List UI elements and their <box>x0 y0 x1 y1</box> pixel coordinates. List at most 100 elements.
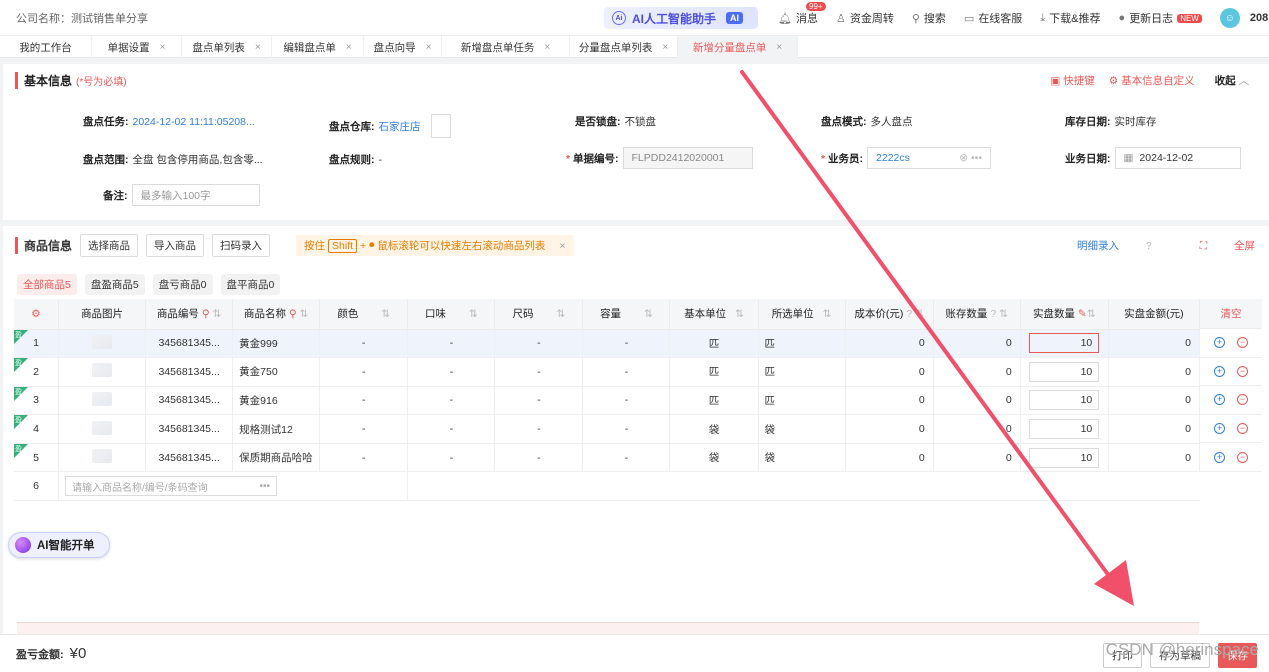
clear-button[interactable]: 清空 <box>1200 299 1262 329</box>
product-search-input[interactable]: 请输入商品名称/编号/条码查询 ••• <box>65 476 278 497</box>
table-header: ⚙ 商品图片 商品编号 ⚲ ⇅ 商品名称 ⚲ ⇅ 颜色 ⇅ 口味 ⇅ 尺码 ⇅ … <box>14 299 1201 330</box>
funds-button[interactable]: ♙ 资金周转 <box>836 10 894 26</box>
col-actual-amount[interactable]: 实盘金额(元) <box>1108 299 1201 330</box>
row-ops: + − <box>1200 386 1262 415</box>
changelog-button[interactable]: ● 更新日志 NEW <box>1119 10 1202 26</box>
close-icon[interactable]: × <box>544 42 550 53</box>
add-row-icon[interactable]: + <box>1214 451 1225 463</box>
actual-qty-cell[interactable]: 10 <box>1020 386 1109 416</box>
close-icon[interactable]: × <box>662 42 668 53</box>
customize-link[interactable]: ⚙ 基本信息自定义 <box>1109 73 1195 88</box>
col-cost[interactable]: 成本价(元) ? ⇅ <box>845 299 934 330</box>
avatar[interactable]: ☺ <box>1219 8 1240 28</box>
warehouse-value[interactable]: 石家庄店 <box>379 119 421 134</box>
close-icon[interactable]: × <box>559 240 565 252</box>
selected-unit-cell[interactable]: 匹 <box>758 386 846 416</box>
image-cell <box>58 414 147 444</box>
col-base-unit[interactable]: 基本单位 ⇅ <box>669 299 759 330</box>
close-icon[interactable]: × <box>776 42 782 53</box>
actual-qty-cell[interactable]: 10 <box>1020 329 1109 359</box>
bizdate-input[interactable]: ▦ 2024-12-02 <box>1114 147 1241 169</box>
selected-unit-cell[interactable]: 匹 <box>758 329 846 359</box>
actual-qty-input[interactable]: 10 <box>1029 419 1100 440</box>
add-row-icon[interactable]: + <box>1214 423 1225 435</box>
search-cell[interactable]: 请输入商品名称/编号/条码查询 ••• <box>58 471 409 502</box>
task-value[interactable]: 2024-12-02 11:11:05208... <box>133 116 255 128</box>
filter-balanced[interactable]: 盘平商品0 <box>220 274 281 295</box>
table-row[interactable]: 盈 4 345681345... 规格测试12- - - - 袋袋 0 0 10 0 <box>14 414 1201 444</box>
lock-field: 是否锁盘: 不锁盘 <box>575 114 656 129</box>
code-cell: 345681345... <box>145 386 234 416</box>
color-cell: - <box>319 443 409 473</box>
settings-icon[interactable]: ⚙ <box>14 299 60 330</box>
select-goods-button[interactable]: 选择商品 <box>80 234 139 257</box>
actual-qty-input[interactable]: 10 <box>1029 390 1100 411</box>
table-row[interactable]: 盈 3 345681345... 黄金916- - - - 匹匹 0 0 10 0 <box>14 386 1201 416</box>
more-icon[interactable]: ••• <box>260 481 271 492</box>
col-size[interactable]: 尺码 ⇅ <box>494 299 584 330</box>
remove-row-icon[interactable]: − <box>1237 337 1248 349</box>
table-row[interactable]: 盈 2 345681345... 黄金750- - - - 匹匹 0 0 10 0 <box>14 357 1201 387</box>
col-book-qty[interactable]: 账存数量 ? ⇅ <box>933 299 1021 330</box>
collapse-button[interactable]: 收起 ︿ <box>1215 73 1249 88</box>
remove-row-icon[interactable]: − <box>1237 451 1248 463</box>
selected-unit-cell[interactable]: 袋 <box>758 414 846 444</box>
staff-input[interactable]: 2222cs ⊗ ••• <box>867 147 992 169</box>
summary-row <box>17 622 1199 634</box>
filter-surplus[interactable]: 盘盈商品5 <box>84 274 145 295</box>
close-icon[interactable]: × <box>426 42 432 53</box>
remove-row-icon[interactable]: − <box>1237 365 1248 377</box>
col-actual-qty[interactable]: 实盘数量 ✎⇅ <box>1020 299 1109 330</box>
table-row[interactable]: 盈 5 345681345... 保质期商品哈哈 - - - - 袋袋 0 0 10 0 <box>14 443 1201 473</box>
tab-weighted-stocktake-list[interactable]: 分量盘点单列表 × <box>570 36 678 58</box>
close-icon[interactable]: × <box>255 42 261 53</box>
detail-entry-link[interactable]: 明细录入 ? <box>1053 238 1152 253</box>
service-button[interactable]: ▭ 在线客服 <box>964 10 1022 26</box>
add-row-icon[interactable]: + <box>1214 394 1225 406</box>
tab-stocktake-wizard[interactable]: 盘点向导 × <box>364 36 442 58</box>
filter-all[interactable]: 全部商品5 <box>17 274 77 295</box>
tab-edit-stocktake[interactable]: 编辑盘点单 × <box>272 36 364 58</box>
actual-qty-input[interactable]: 10 <box>1029 361 1100 382</box>
selected-unit-cell[interactable]: 袋 <box>758 443 846 473</box>
messages-button[interactable]: 🔔︎ 消息 99+ <box>778 2 826 26</box>
scroll-hint: 按住 Shift + ⏺ 鼠标滚轮可以快速左右滚动商品列表 × <box>296 235 574 256</box>
col-taste[interactable]: 口味 ⇅ <box>407 299 496 330</box>
remove-row-icon[interactable]: − <box>1237 394 1248 406</box>
tab-doc-settings[interactable]: 单据设置 × <box>92 36 182 58</box>
add-row-icon[interactable]: + <box>1214 337 1225 349</box>
shortcut-link[interactable]: ▣ 快捷键 <box>1050 73 1094 88</box>
actual-qty-cell[interactable]: 10 <box>1020 414 1109 444</box>
col-code[interactable]: 商品编号 ⚲ ⇅ <box>145 299 234 330</box>
warehouse-picker[interactable] <box>430 114 451 138</box>
search-button[interactable]: ⚲ 搜索 <box>912 10 946 26</box>
clear-icon[interactable]: ⊗ ••• <box>959 152 982 164</box>
table-row[interactable]: 盈 1 345681345... 黄金999- - - - 匹匹 0 0 10 0 <box>14 329 1201 359</box>
ai-open-order-button[interactable]: AI智能开单 <box>8 532 110 558</box>
tab-workbench[interactable]: 我的工作台 <box>0 36 92 58</box>
close-icon[interactable]: × <box>346 42 352 53</box>
ai-assistant-button[interactable]: Ai AI人工智能助手 AI <box>604 7 758 29</box>
tab-stocktake-list[interactable]: 盘点单列表 × <box>182 36 272 58</box>
actual-qty-input[interactable]: 10 <box>1029 447 1100 468</box>
tab-new-stocktake-task[interactable]: 新增盘点单任务 × <box>442 36 570 58</box>
import-goods-button[interactable]: 导入商品 <box>146 234 205 257</box>
add-row-icon[interactable]: + <box>1214 365 1225 377</box>
close-icon[interactable]: × <box>160 42 166 53</box>
selected-unit-cell[interactable]: 匹 <box>758 357 846 387</box>
col-selected-unit[interactable]: 所选单位 ⇅ <box>758 299 846 330</box>
remark-input[interactable]: 最多输入100字 <box>131 184 260 206</box>
actual-qty-input[interactable]: 10 <box>1029 333 1100 354</box>
col-name[interactable]: 商品名称 ⚲ ⇅ <box>232 299 321 330</box>
download-button[interactable]: ⤓ 下载&推荐 <box>1040 10 1100 26</box>
remove-row-icon[interactable]: − <box>1237 423 1248 435</box>
remark-field: 备注: 最多输入100字 <box>103 184 260 206</box>
actual-qty-cell[interactable]: 10 <box>1020 357 1109 387</box>
scan-entry-button[interactable]: 扫码录入 <box>212 234 271 257</box>
fullscreen-button[interactable]: ⛶ 全屏 <box>1176 238 1255 253</box>
col-color[interactable]: 颜色 ⇅ <box>319 299 409 330</box>
filter-loss[interactable]: 盘亏商品0 <box>152 274 213 295</box>
col-capacity[interactable]: 容量 ⇅ <box>582 299 671 330</box>
actual-qty-cell[interactable]: 10 <box>1020 443 1109 473</box>
tab-new-weighted-stocktake[interactable]: 新增分量盘点单 × <box>678 36 798 58</box>
